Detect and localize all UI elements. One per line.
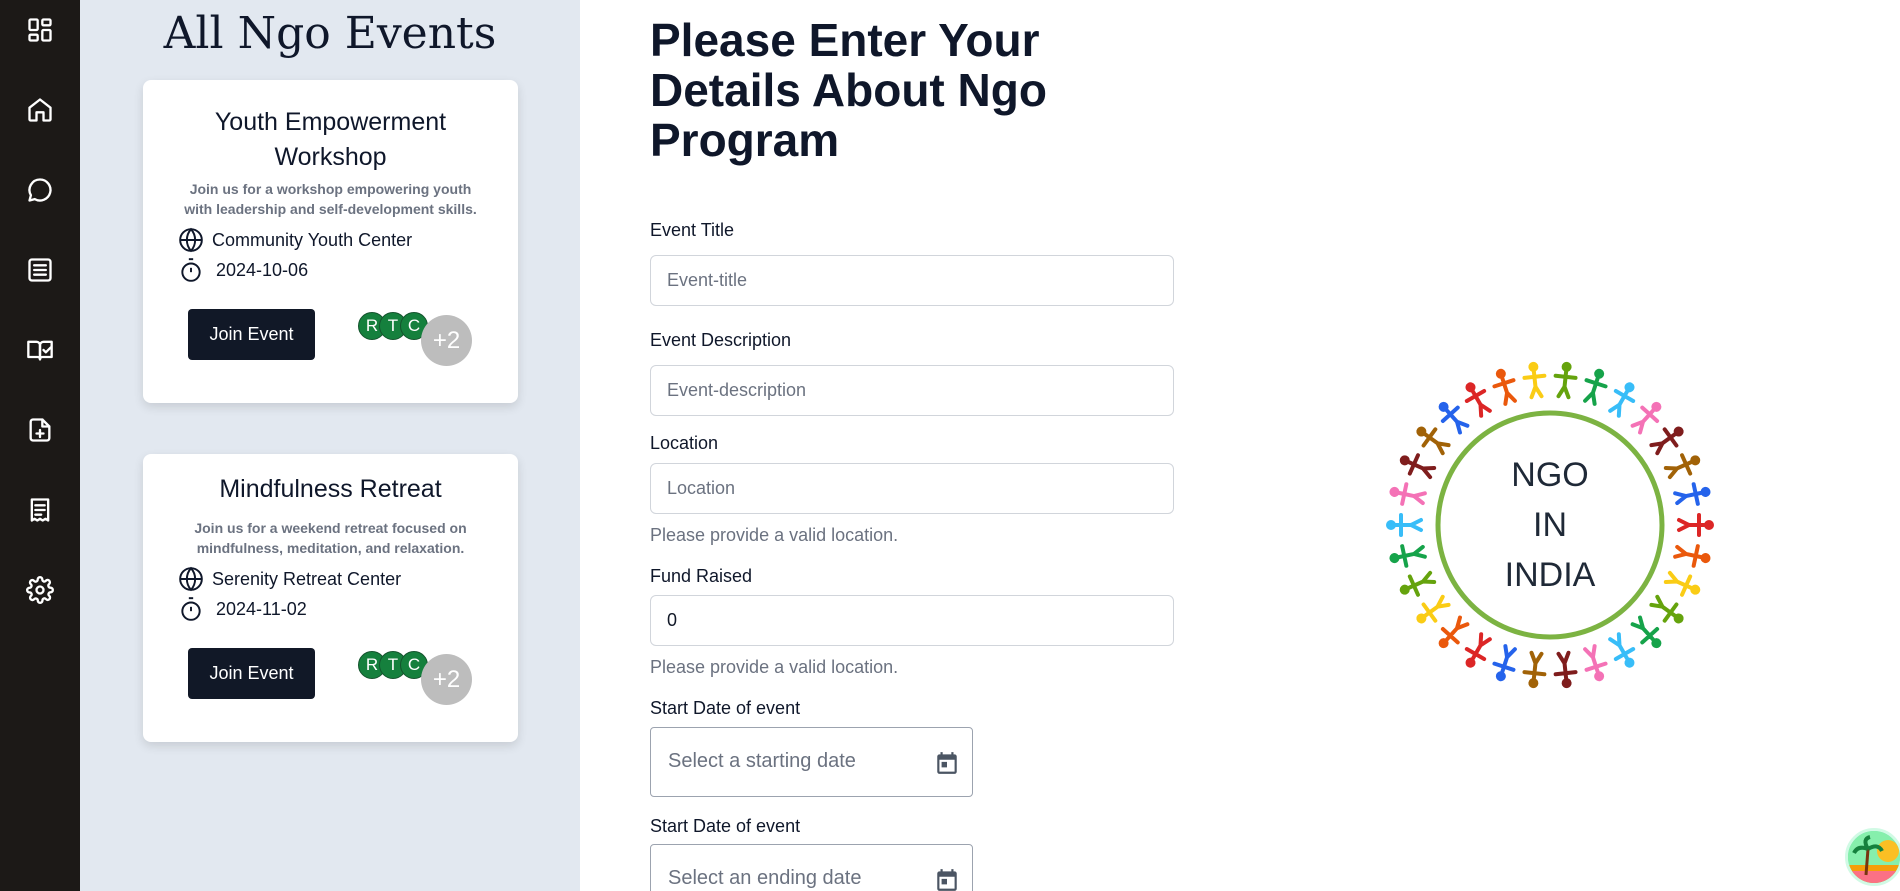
person-figure xyxy=(1608,382,1636,418)
logo-text-line: NGO xyxy=(1511,456,1589,494)
event-card-title: Youth Empowerment Workshop xyxy=(163,105,498,175)
event-date: 2024-11-02 xyxy=(178,596,307,622)
person-figure xyxy=(1583,368,1608,406)
event-location-text: Serenity Retreat Center xyxy=(212,568,402,589)
attendee-avatars: R T C +2 xyxy=(358,312,478,367)
location-input[interactable] xyxy=(650,463,1174,514)
person-figure xyxy=(1630,401,1662,435)
form-heading: Please Enter Your Details About Ngo Prog… xyxy=(650,15,1130,165)
event-title-input[interactable] xyxy=(650,255,1174,306)
end-date-label: Start Date of event xyxy=(650,816,801,836)
list-icon[interactable] xyxy=(24,254,56,286)
event-date-text: 2024-10-06 xyxy=(216,259,309,280)
event-description-input[interactable] xyxy=(650,365,1174,416)
person-figure xyxy=(1608,632,1636,668)
event-card-description-line: Join us for a weekend retreat focused on xyxy=(194,520,467,536)
person-figure xyxy=(1553,650,1578,689)
person-figure xyxy=(1464,632,1492,668)
join-event-button[interactable]: Join Event xyxy=(188,309,315,360)
event-card-description-line: with leadership and self-development ski… xyxy=(184,201,477,217)
event-card: Mindfulness Retreat Join us for a weeken… xyxy=(143,454,518,742)
home-icon[interactable] xyxy=(24,94,56,126)
form-heading-line: Details About Ngo xyxy=(650,64,1047,116)
calendar-icon[interactable] xyxy=(934,750,960,776)
end-date-placeholder: Select an ending date xyxy=(668,867,862,889)
location-label: Location xyxy=(650,433,719,453)
book-check-icon[interactable] xyxy=(24,334,56,366)
event-card-title: Mindfulness Retreat xyxy=(163,472,498,507)
person-figure xyxy=(1438,401,1470,435)
events-panel: All Ngo Events Youth Empowerment Worksho… xyxy=(80,0,580,891)
assistant-avatar[interactable] xyxy=(1845,828,1900,886)
start-date-picker[interactable]: Select a starting date xyxy=(650,727,973,797)
beach-scene-icon xyxy=(1848,831,1900,883)
person-figure xyxy=(1492,644,1517,682)
event-card-title-line: Workshop xyxy=(274,143,387,171)
calendar-icon[interactable] xyxy=(934,867,960,891)
event-location-text: Community Youth Center xyxy=(212,229,413,250)
events-title: All Ngo Events xyxy=(163,8,497,59)
event-title-label: Event Title xyxy=(650,220,735,240)
event-card-title-line: Youth Empowerment xyxy=(214,108,447,136)
person-figure xyxy=(1522,361,1547,400)
form-heading-line: Please Enter Your xyxy=(650,14,1040,66)
event-location: Community Youth Center xyxy=(178,227,412,253)
attendee-avatars: R T C +2 xyxy=(358,651,478,706)
more-attendees-badge: +2 xyxy=(421,654,472,705)
ngo-logo: NGO IN INDIA xyxy=(1380,355,1720,695)
event-card: Youth Empowerment Workshop Join us for a… xyxy=(143,80,518,403)
person-figure xyxy=(1553,361,1578,400)
chat-icon[interactable] xyxy=(24,174,56,206)
event-card-title-line: Mindfulness Retreat xyxy=(219,475,442,503)
globe-icon xyxy=(179,566,203,592)
sidebar xyxy=(0,0,80,891)
start-date-placeholder: Select a starting date xyxy=(668,750,856,772)
event-card-description: Join us for a workshop empowering youth … xyxy=(163,179,498,219)
stopwatch-icon xyxy=(181,597,201,621)
person-figure xyxy=(1464,382,1492,418)
event-location: Serenity Retreat Center xyxy=(178,566,401,592)
event-date: 2024-10-06 xyxy=(178,257,308,283)
globe-icon xyxy=(179,227,203,253)
join-event-button[interactable]: Join Event xyxy=(188,648,315,699)
person-figure xyxy=(1583,644,1608,682)
person-figure xyxy=(1438,615,1470,649)
file-plus-icon[interactable] xyxy=(24,414,56,446)
event-card-description: Join us for a weekend retreat focused on… xyxy=(163,518,498,558)
person-figure xyxy=(1492,368,1517,406)
event-description-label: Event Description xyxy=(650,330,792,350)
dashboard-icon[interactable] xyxy=(24,14,56,46)
receipt-icon[interactable] xyxy=(24,494,56,526)
stopwatch-icon xyxy=(181,258,201,282)
fund-raised-hint: Please provide a valid location. xyxy=(650,657,899,677)
settings-icon[interactable] xyxy=(24,574,56,606)
location-hint: Please provide a valid location. xyxy=(650,525,899,545)
more-attendees-badge: +2 xyxy=(421,315,472,366)
event-card-description-line: Join us for a workshop empowering youth xyxy=(189,181,472,197)
fund-raised-label: Fund Raised xyxy=(650,566,753,586)
fund-raised-input[interactable] xyxy=(650,595,1174,646)
person-figure xyxy=(1630,615,1662,649)
logo-text-line: IN xyxy=(1533,506,1567,544)
start-date-label: Start Date of event xyxy=(650,698,801,718)
person-figure xyxy=(1522,650,1547,689)
logo-text-line: INDIA xyxy=(1504,556,1596,594)
form-heading-line: Program xyxy=(650,114,840,166)
event-card-description-line: mindfulness, meditation, and relaxation. xyxy=(196,540,465,556)
event-date-text: 2024-11-02 xyxy=(216,598,307,619)
end-date-picker[interactable]: Select an ending date xyxy=(650,844,973,891)
